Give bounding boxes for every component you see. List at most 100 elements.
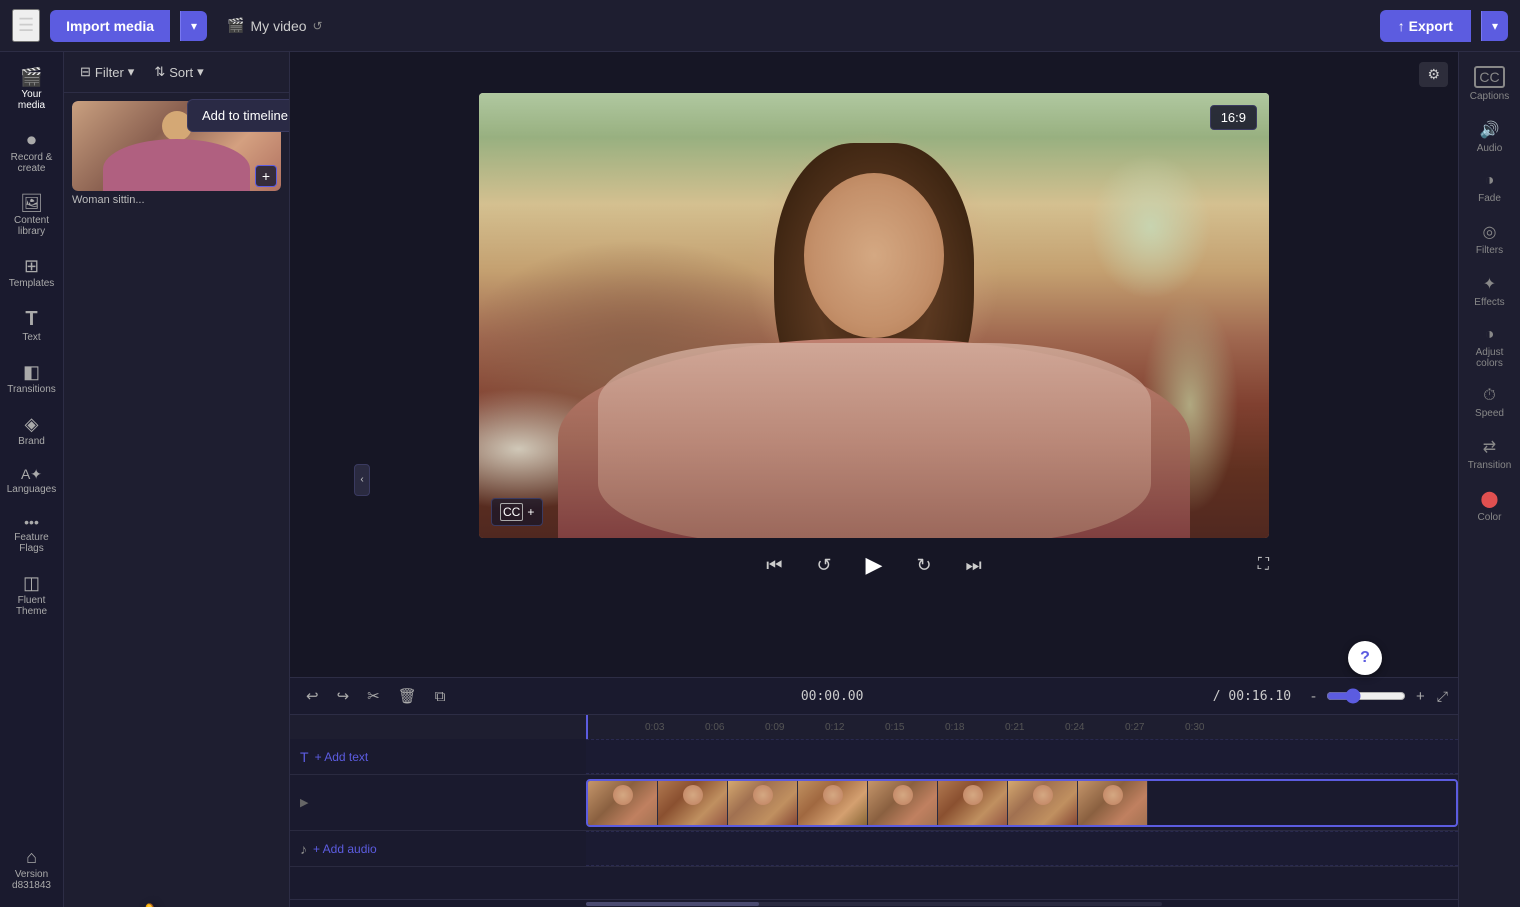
captions-button[interactable]: CC + (491, 498, 543, 526)
topbar: ☰ Import media ▾ 🎬 My video ↺ ↑ Export ▾ (0, 0, 1520, 52)
preview-settings-button[interactable]: ⚙ (1419, 62, 1448, 87)
play-pause-button[interactable]: ▶ (858, 548, 891, 582)
zoom-area: - + (1305, 685, 1431, 708)
text-track-icon: T (300, 749, 309, 765)
filters-icon: ◎ (1483, 222, 1497, 242)
zoom-slider[interactable] (1326, 688, 1406, 704)
media-panel-toolbar: ⊟ Filter ▾ ⇅ Sort ▾ (64, 52, 289, 93)
redo-button[interactable]: ↪ (331, 684, 356, 708)
text-track-content (586, 739, 1458, 774)
sidebar-item-feature-flags[interactable]: ••• Feature Flags (3, 507, 61, 562)
sidebar-item-your-media[interactable]: 🎬 Your media (3, 60, 61, 119)
panel-collapse-button[interactable]: ‹ (354, 464, 370, 496)
sidebar-item-fluent-theme[interactable]: ◫ Fluent Theme (3, 566, 61, 625)
transition-icon: ⇄ (1483, 437, 1496, 457)
text-track-row: T + Add text (290, 739, 1458, 775)
filter-button[interactable]: ⊟ Filter ▾ (74, 60, 140, 84)
templates-icon: ⊞ (24, 257, 39, 275)
right-sidebar: CC Captions 🔊 Audio ◑ Fade ◎ Filters ✦ E… (1458, 52, 1520, 907)
right-item-label: Fade (1478, 193, 1501, 204)
hamburger-menu[interactable]: ☰ (12, 9, 40, 42)
left-sidebar: 🎬 Your media ⏺ Record & create 🖼 Content… (0, 52, 64, 907)
fluent-theme-icon: ◫ (23, 574, 40, 592)
export-button[interactable]: ↑ Export (1380, 10, 1471, 42)
export-dropdown-button[interactable]: ▾ (1481, 11, 1508, 41)
cursor-hand-icon: 👆 (124, 888, 200, 907)
right-item-label: Effects (1474, 297, 1504, 308)
list-item[interactable]: ✕ + Woman sittin... Add to timeline 👆 (72, 101, 281, 899)
feature-flags-icon: ••• (24, 515, 39, 529)
video-icon: 🎬 (227, 17, 244, 34)
fullscreen-button[interactable]: ⛶ (1258, 556, 1269, 574)
right-item-speed[interactable]: ⏱ Speed (1462, 379, 1518, 427)
undo-button[interactable]: ↩ (300, 684, 325, 708)
sidebar-item-version[interactable]: ⌂ Version d831843 (3, 840, 61, 899)
sidebar-item-label: Transitions (7, 384, 56, 395)
add-to-timeline-quick-button[interactable]: + (255, 165, 277, 187)
right-item-adjust-colors[interactable]: ◑ Adjust colors (1462, 318, 1518, 377)
cut-button[interactable]: ✂ (361, 684, 386, 708)
delete-media-button[interactable]: ✕ (255, 105, 277, 127)
captions-icon: CC (500, 503, 523, 521)
video-track-row[interactable]: ▶ (290, 775, 1458, 831)
clip-frame (798, 781, 868, 827)
sidebar-item-record-create[interactable]: ⏺ Record & create (3, 123, 61, 182)
ruler-mark-27: 0:27 (1125, 722, 1144, 733)
zoom-out-button[interactable]: - (1305, 685, 1322, 708)
scroll-thumb[interactable] (586, 902, 759, 906)
right-item-filters[interactable]: ◎ Filters (1462, 214, 1518, 264)
right-item-fade[interactable]: ◑ Fade (1462, 164, 1518, 212)
add-audio-button[interactable]: + Add audio (313, 842, 377, 856)
ruler-mark-30: 0:30 (1185, 722, 1204, 733)
import-media-button[interactable]: Import media (50, 10, 170, 42)
fade-icon: ◑ (1485, 172, 1495, 190)
audio-icon: 🔊 (1480, 120, 1500, 140)
record-icon: ⏺ (27, 131, 36, 149)
ruler-mark-24: 0:24 (1065, 722, 1084, 733)
delete-button[interactable]: 🗑 (392, 684, 423, 708)
clip-frame (938, 781, 1008, 827)
sidebar-item-languages[interactable]: A✦ Languages (3, 459, 61, 503)
right-item-color[interactable]: ⬤ Color (1462, 481, 1518, 531)
sort-button[interactable]: ⇅ Sort ▾ (148, 60, 209, 84)
my-video-tab[interactable]: 🎬 My video ↺ (217, 11, 333, 40)
clip-frame (588, 781, 658, 827)
timeline-scrollbar[interactable] (290, 899, 1458, 907)
skip-to-start-button[interactable]: ⏮ (758, 551, 790, 580)
import-media-dropdown-button[interactable]: ▾ (180, 11, 207, 41)
sidebar-item-label: Record & create (7, 152, 57, 174)
duplicate-button[interactable]: ⧉ (429, 685, 452, 708)
sidebar-item-templates[interactable]: ⊞ Templates (3, 249, 61, 297)
right-item-label: Audio (1477, 143, 1503, 154)
zoom-in-button[interactable]: + (1410, 685, 1431, 708)
adjust-colors-icon: ◑ (1485, 326, 1495, 344)
help-button[interactable]: ? (1348, 641, 1382, 675)
sort-chevron-icon: ▾ (197, 64, 204, 80)
right-item-effects[interactable]: ✦ Effects (1462, 266, 1518, 316)
sidebar-item-label: Your media (7, 89, 57, 111)
sidebar-item-label: Brand (18, 436, 45, 447)
clip-frame (728, 781, 798, 827)
text-track-label: T + Add text (290, 745, 586, 769)
add-text-button[interactable]: + Add text (315, 750, 369, 764)
right-item-audio[interactable]: 🔊 Audio (1462, 112, 1518, 162)
video-clip-strip[interactable] (586, 779, 1458, 827)
settings-icon: ⚙ (1427, 66, 1440, 82)
media-thumbnail: ✕ + (72, 101, 281, 191)
right-item-transition[interactable]: ⇄ Transition (1462, 429, 1518, 479)
sidebar-item-text[interactable]: T Text (3, 301, 61, 351)
rewind-5s-button[interactable]: ↺ (808, 551, 839, 580)
clip-frame (1008, 781, 1078, 827)
sidebar-item-content-library[interactable]: 🖼 Content library (3, 186, 61, 245)
sidebar-item-label: Content library (7, 215, 57, 237)
right-item-captions[interactable]: CC Captions (1462, 58, 1518, 110)
version-icon: ⌂ (26, 848, 37, 866)
sidebar-item-label: Version d831843 (7, 869, 57, 891)
sidebar-item-brand-kit[interactable]: ◈ Brand (3, 407, 61, 455)
forward-5s-button[interactable]: ↻ (908, 551, 939, 580)
skip-to-end-button[interactable]: ⏭ (958, 551, 990, 580)
ruler-mark-21: 0:21 (1005, 722, 1024, 733)
media-grid: ✕ + Woman sittin... Add to timeline 👆 (64, 93, 289, 907)
timeline-expand-button[interactable]: ⤢ (1437, 688, 1448, 705)
sidebar-item-transitions[interactable]: ◧ Transitions (3, 355, 61, 403)
